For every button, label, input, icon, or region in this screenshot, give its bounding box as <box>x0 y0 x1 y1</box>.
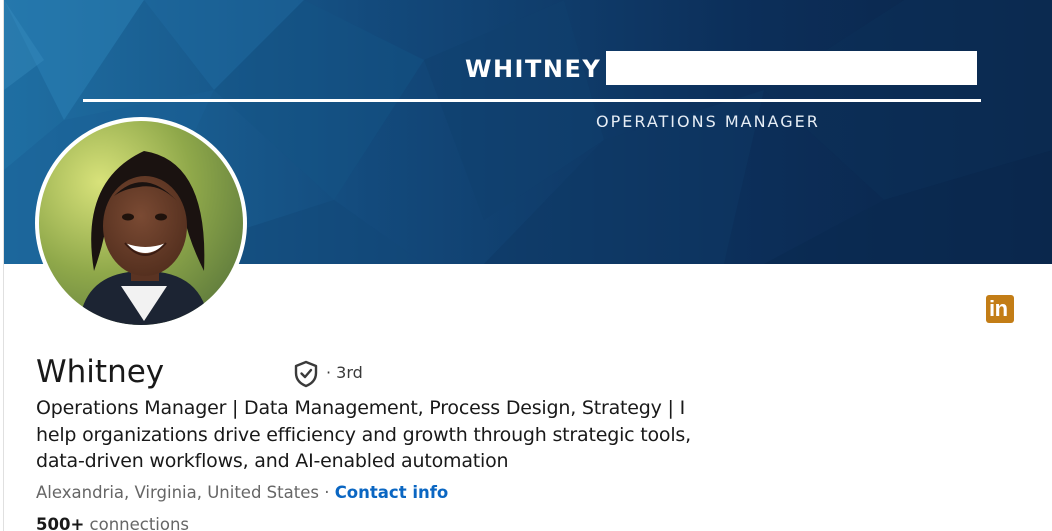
location-row: Alexandria, Virginia, United States · Co… <box>36 483 448 502</box>
banner-job-title: OPERATIONS MANAGER <box>596 112 820 131</box>
banner-name: WHITNEY <box>465 55 602 83</box>
profile-headline: Operations Manager | Data Management, Pr… <box>36 397 691 472</box>
profile-card: WHITNEY OPERATIONS MANAGER in Whitney · … <box>3 0 1052 531</box>
connections-number: 500+ <box>36 515 85 531</box>
connections-label: connections <box>84 515 190 531</box>
avatar-photo <box>39 121 243 325</box>
contact-info-link[interactable]: Contact info <box>335 483 449 502</box>
connection-degree: · 3rd <box>326 363 363 382</box>
linkedin-icon[interactable]: in <box>986 295 1014 323</box>
banner-divider <box>83 99 981 102</box>
linkedin-icon-text: in <box>989 296 1008 321</box>
connections-count[interactable]: 500+ connections <box>36 515 189 531</box>
profile-avatar[interactable] <box>35 117 247 329</box>
profile-name: Whitney <box>36 354 165 390</box>
shield-check-icon[interactable] <box>293 360 319 388</box>
banner-redacted-surname <box>606 51 977 85</box>
profile-location: Alexandria, Virginia, United States <box>36 483 319 502</box>
location-separator: · <box>318 483 335 502</box>
